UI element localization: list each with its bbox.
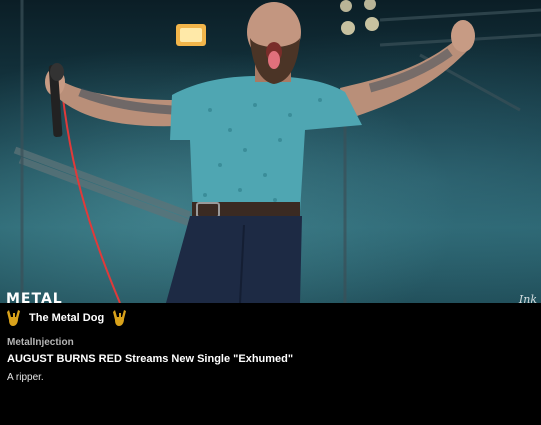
photo-watermark-left: METAL: [6, 291, 63, 303]
link-preview-card[interactable]: METAL Ink The Metal Dog MetalInjection A…: [0, 0, 541, 425]
article-headline[interactable]: AUGUST BURNS RED Streams New Single "Exh…: [7, 353, 293, 365]
stage-photo: [13, 0, 541, 303]
horns-icon: [6, 309, 22, 327]
author-row: The Metal Dog: [6, 309, 128, 327]
author-name[interactable]: The Metal Dog: [29, 312, 104, 324]
article-image[interactable]: METAL Ink: [0, 0, 541, 303]
article-summary: A ripper.: [7, 372, 44, 383]
source-site: MetalInjection: [7, 337, 74, 348]
horns-icon: [112, 309, 128, 327]
photographer-signature: Ink: [518, 293, 537, 303]
